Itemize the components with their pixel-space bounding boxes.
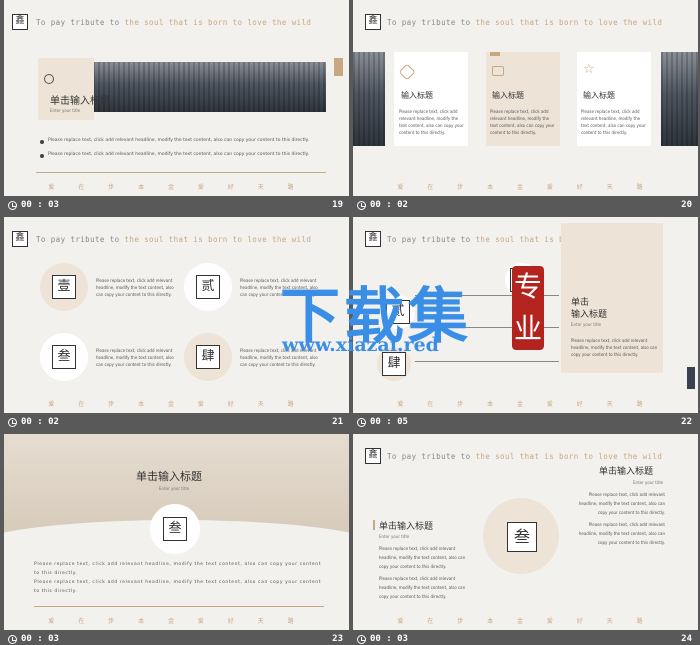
- slide-duration: 00 : 05: [370, 417, 408, 427]
- footer-chars: 爱 在 步 本 金 爱 好 天 路: [48, 401, 305, 408]
- card-text-1: Please replace text, click add relevant …: [399, 109, 464, 135]
- slide-number: 22: [681, 417, 692, 427]
- thumb-info-bar: 00 : 02 20: [353, 196, 698, 215]
- clock-icon: [8, 635, 17, 644]
- logo-icon: 鑫: [12, 231, 28, 247]
- footer-chars: 爱 在 步 本 金 爱 好 天 路: [397, 184, 654, 191]
- card-accent: [490, 52, 500, 56]
- watermark-stamp: 专业: [512, 266, 544, 350]
- thumb-info-bar: 00 : 03 24: [353, 630, 698, 645]
- footer-chars: 爱 在 步 本 金 爱 好 天 路: [48, 618, 305, 625]
- slide-canvas: 鑫 To pay tribute to the soul that is bor…: [353, 0, 698, 196]
- thumb-info-bar: 00 : 05 22: [353, 413, 698, 432]
- slide-duration: 00 : 02: [370, 200, 408, 210]
- thumb-info-bar: 00 : 03 23: [4, 630, 349, 645]
- clock-icon: [357, 418, 366, 427]
- item-text-1: Please replace text, click add relevant …: [96, 278, 174, 297]
- thumb-info-bar: 00 : 03 19: [4, 196, 349, 215]
- slide-number: 19: [332, 200, 343, 210]
- slide-number: 24: [681, 634, 692, 644]
- connector-line: [415, 361, 559, 362]
- divider-line: [34, 606, 324, 607]
- seal-three-icon: 叁: [163, 517, 187, 541]
- seal-one-icon: 壹: [52, 275, 76, 299]
- slide-subtitle: Enter your title: [50, 108, 81, 113]
- seal-three-icon: 叁: [507, 522, 537, 552]
- slide-canvas: 鑫 To pay tribute to the soul that is bor…: [353, 434, 698, 630]
- seal-four-icon: 肆: [196, 345, 220, 369]
- slide-thumb-24[interactable]: 鑫 To pay tribute to the soul that is bor…: [353, 434, 698, 645]
- star-icon: ☆: [583, 62, 595, 77]
- card-text-2: Please replace text, click add relevant …: [490, 109, 555, 135]
- slide-title: 单击输入标题: [136, 470, 202, 483]
- clock-icon: [357, 201, 366, 210]
- slide-duration: 00 : 03: [370, 634, 408, 644]
- clock-icon: [8, 418, 17, 427]
- slide-duration: 00 : 03: [21, 634, 59, 644]
- slide-title-left: 单击输入标题: [379, 522, 434, 532]
- slide-number: 23: [332, 634, 343, 644]
- slide-canvas: 单击输入标题 Enter your title 叁 Please replace…: [4, 434, 349, 630]
- slide-thumb-20[interactable]: 鑫 To pay tribute to the soul that is bor…: [353, 0, 698, 215]
- clock-icon: [8, 201, 17, 210]
- slide-title-line2: 输入标题: [571, 310, 608, 320]
- title-marker: [373, 520, 375, 530]
- bullet-text-2: Please replace text, click add relevant …: [48, 152, 310, 157]
- footer-chars: 爱 在 步 本 金 爱 好 天 路: [397, 401, 654, 408]
- bullet-dot: [40, 140, 44, 144]
- body-text: Please replace text, click add relevant …: [34, 562, 322, 576]
- slide-duration: 00 : 03: [21, 200, 59, 210]
- body-text: Please replace text, click add relevant …: [571, 338, 658, 357]
- card-title-3: 输入标题: [583, 91, 615, 100]
- accent-tab: [687, 367, 695, 389]
- slide-title-right: 单击输入标题: [599, 467, 654, 477]
- subtitle-right: Enter your title: [633, 480, 664, 485]
- body-text-left: Please replace text, click add relevant …: [379, 546, 466, 569]
- body-text-right-2: Please replace text, click add relevant …: [578, 522, 665, 545]
- logo-icon: 鑫: [12, 14, 28, 30]
- body-text-2: Please replace text, click add relevant …: [34, 580, 322, 594]
- slide-canvas: 鑫 To pay tribute to the soul that is bor…: [4, 0, 349, 196]
- slide-thumb-19[interactable]: 鑫 To pay tribute to the soul that is bor…: [4, 0, 349, 215]
- city-image-right: [661, 52, 698, 146]
- tagline: To pay tribute to the soul that is born …: [36, 235, 312, 244]
- tagline: To pay tribute to the soul that is born …: [36, 18, 312, 27]
- bullet-dot: [40, 154, 44, 158]
- tagline: To pay tribute to the soul that is born …: [387, 18, 663, 27]
- slide-subtitle: Enter your title: [571, 322, 602, 327]
- search-icon: [44, 74, 54, 84]
- divider-line: [36, 172, 326, 173]
- footer-chars: 爱 在 步 本 金 爱 好 天 路: [397, 618, 654, 625]
- tagline: To pay tribute to the soul that is born …: [387, 452, 663, 461]
- subtitle-left: Enter your title: [379, 534, 410, 539]
- card-title-1: 输入标题: [401, 91, 433, 100]
- seal-two-icon: 贰: [196, 275, 220, 299]
- slide-title: 单击输入标题: [50, 96, 110, 107]
- item-text-3: Please replace text, click add relevant …: [96, 348, 174, 367]
- body-text-right: Please replace text, click add relevant …: [578, 492, 665, 515]
- card-title-2: 输入标题: [492, 91, 524, 100]
- thumb-info-bar: 00 : 02 21: [4, 413, 349, 432]
- footer-chars: 爱 在 步 本 金 爱 好 天 路: [48, 184, 305, 191]
- slide-subtitle: Enter your title: [159, 486, 190, 491]
- clock-icon: [357, 635, 366, 644]
- logo-icon: 鑫: [365, 448, 381, 464]
- body-text-left-2: Please replace text, click add relevant …: [379, 576, 466, 599]
- slide-number: 20: [681, 200, 692, 210]
- slide-number: 21: [332, 417, 343, 427]
- accent-tab: [334, 58, 343, 76]
- logo-icon: 鑫: [365, 231, 381, 247]
- city-image-left: [353, 52, 385, 146]
- card-text-3: Please replace text, click add relevant …: [581, 109, 646, 135]
- logo-icon: 鑫: [365, 14, 381, 30]
- bullet-text-1: Please replace text, click add relevant …: [48, 138, 310, 143]
- slide-thumb-23[interactable]: 单击输入标题 Enter your title 叁 Please replace…: [4, 434, 349, 645]
- hand-icon: [492, 66, 504, 76]
- watermark-url: www.xiazai.red: [282, 334, 439, 356]
- seal-three-icon: 叁: [52, 345, 76, 369]
- slide-duration: 00 : 02: [21, 417, 59, 427]
